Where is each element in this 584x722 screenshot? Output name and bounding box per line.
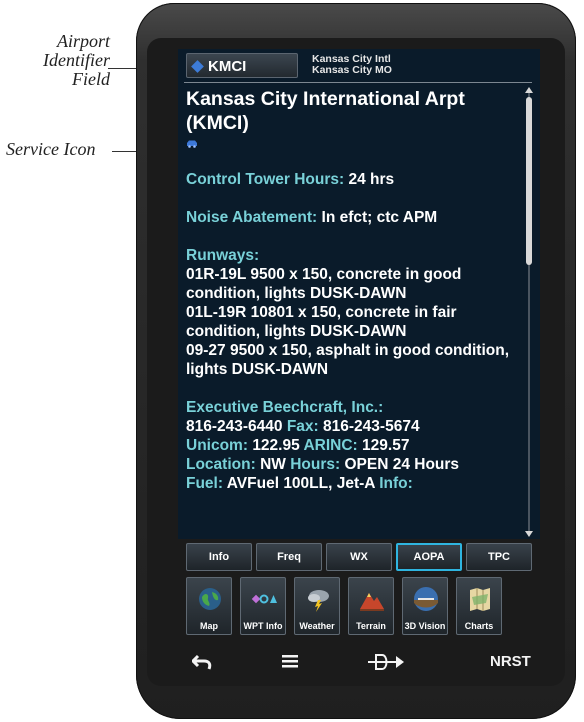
noise-value: In efct; ctc APM	[321, 209, 438, 226]
back-arrow-icon[interactable]	[192, 652, 214, 672]
tab-bar: Info Freq WX AOPA TPC	[186, 543, 534, 573]
app-button-bar: Map WPT Info Weather Terrain 3D Vision C…	[186, 577, 534, 637]
fbo-name: Executive Beechcraft, Inc.:	[186, 399, 384, 416]
hours-label: Hours:	[290, 456, 341, 473]
callout-line-1: Airport	[56, 31, 110, 51]
fax-value: 816-243-5674	[323, 418, 420, 435]
menu-icon[interactable]	[282, 654, 298, 668]
location-label: Location:	[186, 456, 256, 473]
screen: KMCI Kansas City Intl Kansas City MO Kan…	[178, 49, 540, 539]
3d-vision-icon	[414, 587, 438, 611]
scroll-up-arrow-icon[interactable]	[525, 87, 533, 93]
runways-section: Runways: 01R-19L 9500 x 150, concrete in…	[186, 246, 526, 379]
service-icon-callout: Service Icon	[6, 139, 96, 159]
fbo-radio-line: Unicom: 122.95 ARINC: 129.57	[186, 436, 526, 455]
arinc-value: 129.57	[362, 437, 410, 454]
airport-title: Kansas City International Arpt (KMCI)	[186, 88, 465, 134]
tab-tpc[interactable]: TPC	[466, 543, 532, 571]
weather-button[interactable]: Weather	[294, 577, 340, 635]
terrain-icon	[360, 593, 384, 611]
charts-button[interactable]: Charts	[456, 577, 502, 635]
weather-icon	[308, 590, 329, 612]
runways-label: Runways:	[186, 247, 260, 264]
tab-info[interactable]: Info	[186, 543, 252, 571]
airport-identifier-text: KMCI	[208, 58, 247, 75]
header-divider	[184, 82, 532, 83]
airport-identifier-field[interactable]: KMCI	[186, 53, 298, 78]
fuel-label: Fuel:	[186, 475, 224, 492]
fbo-location-line: Location: NW Hours: OPEN 24 Hours	[186, 455, 526, 474]
scrollbar-thumb[interactable]	[526, 97, 532, 265]
aopa-content: Kansas City International Arpt (KMCI) Co…	[186, 85, 526, 493]
3d-vision-button[interactable]: 3D Vision	[402, 577, 448, 635]
runway-item: 01R-19L 9500 x 150, concrete in good con…	[186, 266, 462, 302]
terrain-button[interactable]: Terrain	[348, 577, 394, 635]
control-tower-label: Control Tower Hours:	[186, 171, 345, 188]
control-tower-value: 24 hrs	[348, 171, 395, 188]
noise-abatement: Noise Abatement: In efct; ctc APM	[186, 208, 526, 227]
arinc-label: ARINC:	[303, 437, 358, 454]
airport-name-line2: Kansas City MO	[312, 64, 392, 76]
location-value: NW	[260, 456, 286, 473]
fbo-fuel-line: Fuel: AVFuel 100LL, Jet-A Info:	[186, 474, 526, 493]
map-button[interactable]: Map	[186, 577, 232, 635]
unicom-value: 122.95	[252, 437, 300, 454]
runway-item: 09-27 9500 x 150, asphalt in good condit…	[186, 342, 510, 378]
wpt-info-label: WPT Info	[243, 621, 283, 631]
waypoint-info-icon	[251, 594, 277, 604]
callout-line-2: Identifier	[43, 50, 110, 70]
direct-to-icon[interactable]	[366, 652, 406, 672]
control-tower-hours: Control Tower Hours: 24 hrs	[186, 170, 526, 189]
airport-identifier-callout: Airport Identifier Field	[38, 32, 110, 89]
fbo-phone: 816-243-6440	[186, 418, 283, 435]
3d-vision-label: 3D Vision	[404, 621, 446, 631]
wpt-info-button[interactable]: WPT Info	[240, 577, 286, 635]
charts-icon	[470, 588, 490, 611]
unicom-label: Unicom:	[186, 437, 248, 454]
service-icon	[187, 140, 197, 148]
airport-diamond-icon	[191, 60, 204, 73]
map-icon	[199, 588, 221, 610]
runway-item: 01L-19R 10801 x 150, concrete in fair co…	[186, 304, 457, 340]
airport-name: Kansas City Intl Kansas City MO	[312, 54, 392, 76]
tab-freq[interactable]: Freq	[256, 543, 322, 571]
callout-line-3: Field	[72, 69, 110, 89]
fuel-value: AVFuel 100LL, Jet-A	[226, 475, 375, 492]
weather-label: Weather	[299, 621, 335, 631]
hours-value: OPEN 24 Hours	[344, 456, 460, 473]
tab-wx[interactable]: WX	[326, 543, 392, 571]
fbo-section: Executive Beechcraft, Inc.: 816-243-6440…	[186, 398, 526, 493]
scroll-down-arrow-icon[interactable]	[525, 531, 533, 537]
fbo-phone-line: 816-243-6440 Fax: 816-243-5674	[186, 417, 526, 436]
terrain-label: Terrain	[356, 621, 386, 631]
tab-aopa[interactable]: AOPA	[396, 543, 462, 571]
map-label: Map	[200, 621, 218, 631]
nrst-button[interactable]: NRST	[490, 653, 531, 670]
charts-label: Charts	[464, 621, 494, 631]
info-label: Info:	[379, 475, 413, 492]
fax-label: Fax:	[286, 418, 319, 435]
noise-label: Noise Abatement:	[186, 209, 318, 226]
